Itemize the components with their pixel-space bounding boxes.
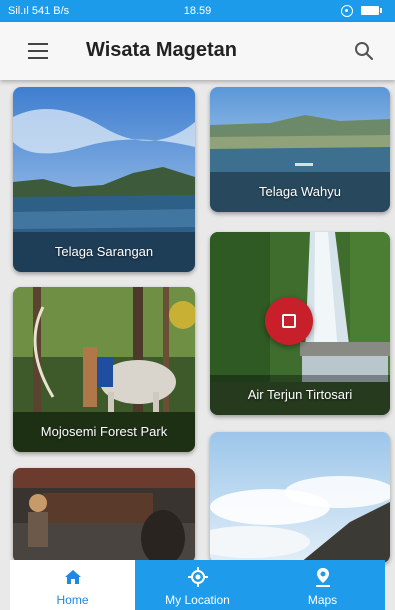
nav-home[interactable]: Home bbox=[10, 560, 135, 610]
nav-my-location[interactable]: My Location bbox=[135, 560, 260, 610]
app-bar: Wisata Magetan bbox=[0, 22, 395, 80]
search-icon[interactable] bbox=[353, 40, 375, 62]
page-title: Wisata Magetan bbox=[86, 39, 237, 61]
nav-label: Home bbox=[56, 593, 89, 607]
map-pin-icon bbox=[315, 568, 330, 587]
destination-card-mojosemi-forest-park[interactable]: Mojosemi Forest Park bbox=[13, 287, 195, 452]
status-icons bbox=[341, 4, 385, 18]
destination-card-telaga-wahyu[interactable]: Telaga Wahyu bbox=[210, 87, 390, 212]
status-time: 18.59 bbox=[183, 5, 212, 17]
nav-label: Maps bbox=[307, 593, 338, 607]
destination-card-telaga-sarangan[interactable]: Telaga Sarangan bbox=[13, 87, 195, 272]
my-location-icon bbox=[187, 567, 208, 587]
stop-button[interactable] bbox=[265, 297, 313, 345]
destination-card[interactable] bbox=[210, 432, 390, 563]
nav-label: My Location bbox=[165, 593, 230, 607]
home-icon bbox=[64, 570, 81, 584]
destination-card[interactable] bbox=[13, 468, 195, 563]
clouds-mountain-photo bbox=[210, 432, 390, 563]
hamburger-menu-icon[interactable] bbox=[28, 43, 48, 59]
card-title: Telaga Wahyu bbox=[210, 172, 390, 212]
status-bar: Sil.ıl 541 B/s 18.59 bbox=[0, 0, 395, 22]
nav-maps[interactable]: Maps bbox=[260, 560, 385, 610]
card-title: Air Terjun Tirtosari bbox=[210, 375, 390, 415]
temple-photo bbox=[13, 468, 195, 563]
card-title: Telaga Sarangan bbox=[13, 232, 195, 272]
battery-icon bbox=[361, 6, 382, 15]
bottom-navigation: Home My Location Maps bbox=[10, 560, 385, 610]
card-title: Mojosemi Forest Park bbox=[13, 412, 195, 452]
record-icon bbox=[341, 5, 353, 17]
